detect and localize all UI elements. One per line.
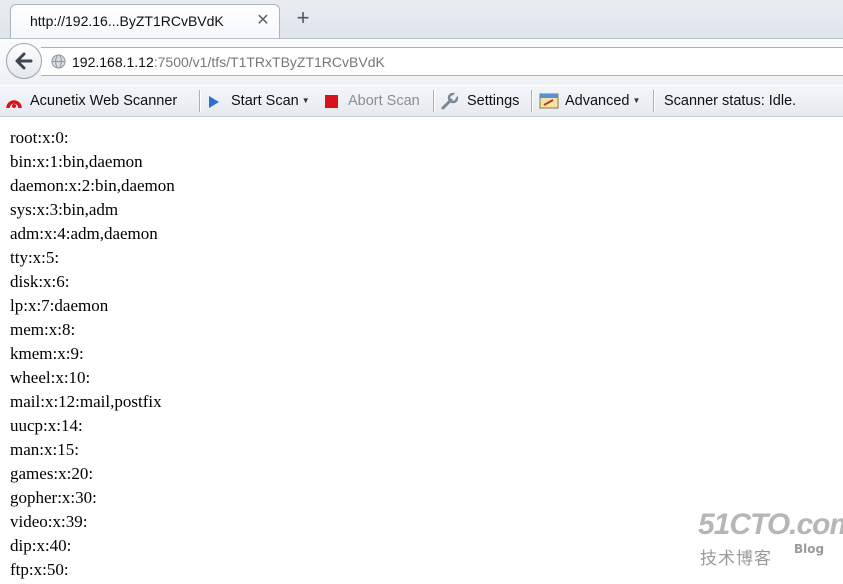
text-line: bin:x:1:bin,daemon [10, 152, 143, 171]
text-line: disk:x:6: [10, 272, 70, 291]
start-scan-button[interactable]: Start Scan ▼ [231, 91, 310, 111]
toolbar-separator [433, 90, 435, 112]
advanced-tools-icon [539, 93, 559, 109]
text-line: daemon:x:2:bin,daemon [10, 176, 175, 195]
url-path: :7500/v1/tfs/T1TRxTByZT1RCvBVdK [153, 54, 385, 70]
url-host: 192.168.1.12 [72, 54, 154, 70]
text-line: mem:x:8: [10, 320, 76, 339]
text-line: root:x:0: [10, 128, 69, 147]
abort-scan-button[interactable]: Abort Scan [348, 91, 420, 111]
advanced-label: Advanced [565, 93, 630, 109]
toolbar-separator [531, 90, 533, 112]
globe-icon [51, 54, 66, 69]
tab-strip: http://192.16...ByZT1RCvBVdK ✕ + [0, 0, 843, 39]
acunetix-toolbar: Acunetix Web Scanner Start Scan ▼ Abort S… [0, 86, 843, 117]
acunetix-brand-label[interactable]: Acunetix Web Scanner [30, 91, 177, 111]
text-line: gopher:x:30: [10, 488, 97, 507]
close-tab-icon[interactable]: ✕ [255, 13, 271, 29]
url-text[interactable]: 192.168.1.12:7500/v1/tfs/T1TRxTByZT1RCvB… [72, 54, 385, 70]
toolbar-separator [653, 90, 655, 112]
watermark-logo: 51CTO.com 技术博客 Blog [698, 508, 843, 569]
address-bar[interactable]: 192.168.1.12:7500/v1/tfs/T1TRxTByZT1RCvB… [41, 47, 843, 76]
stop-icon [325, 95, 338, 108]
navigation-bar: 192.168.1.12:7500/v1/tfs/T1TRxTByZT1RCvB… [0, 39, 843, 85]
dropdown-arrow-icon: ▼ [301, 96, 310, 105]
scanner-status: Scanner status: Idle. [664, 93, 797, 109]
toolbar-separator [199, 90, 201, 112]
text-line: uucp:x:14: [10, 416, 83, 435]
text-line: mail:x:12:mail,postfix [10, 392, 162, 411]
settings-button[interactable]: Settings [467, 91, 519, 111]
page-content: root:x:0: bin:x:1:bin,daemon daemon:x:2:bi… [10, 126, 175, 582]
play-icon [209, 96, 219, 108]
text-line: tty:x:5: [10, 248, 60, 267]
text-line: kmem:x:9: [10, 344, 84, 363]
text-line: ftp:x:50: [10, 560, 69, 579]
start-scan-label: Start Scan [231, 93, 299, 109]
watermark-title: 51CTO.com [698, 508, 843, 541]
text-line: video:x:39: [10, 512, 88, 531]
watermark-blog: Blog [794, 542, 825, 556]
text-line: lp:x:7:daemon [10, 296, 109, 315]
text-line: dip:x:40: [10, 536, 72, 555]
acunetix-logo-icon [6, 100, 22, 109]
text-line: adm:x:4:adm,daemon [10, 224, 158, 243]
text-line: games:x:20: [10, 464, 94, 483]
new-tab-icon[interactable]: + [292, 7, 314, 29]
browser-tab[interactable]: http://192.16...ByZT1RCvBVdK ✕ [10, 4, 280, 38]
advanced-button[interactable]: Advanced ▼ [565, 91, 640, 111]
wrench-icon [441, 92, 459, 110]
text-line: man:x:15: [10, 440, 79, 459]
dropdown-arrow-icon: ▼ [632, 96, 641, 105]
back-arrow-icon [15, 52, 33, 70]
watermark-subtitle: 技术博客 [700, 549, 772, 569]
back-button[interactable] [6, 43, 42, 79]
text-line: sys:x:3:bin,adm [10, 200, 119, 219]
text-line: wheel:x:10: [10, 368, 91, 387]
tab-title: http://192.16...ByZT1RCvBVdK [30, 13, 224, 29]
